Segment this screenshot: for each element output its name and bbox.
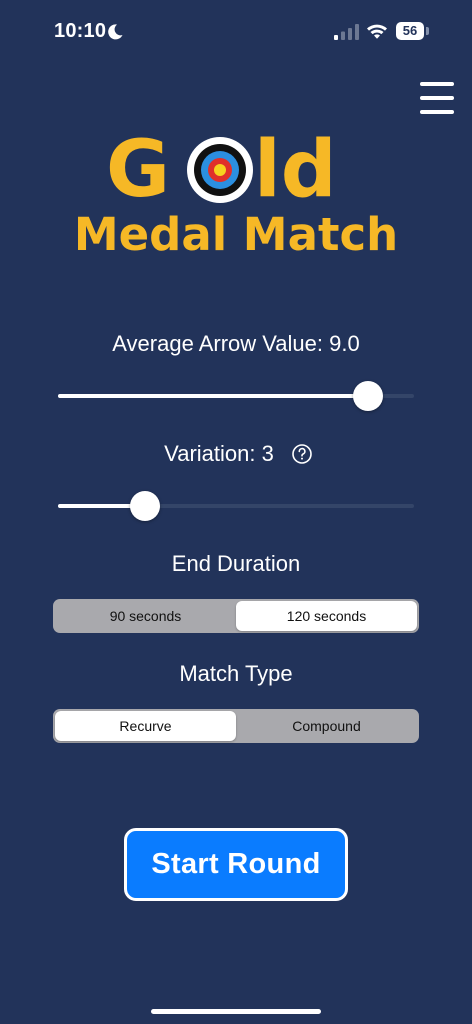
- average-arrow-label: Average Arrow Value: 9.0: [112, 331, 360, 356]
- battery-nub: [426, 27, 429, 35]
- home-indicator[interactable]: [151, 1009, 321, 1014]
- slider-thumb[interactable]: [130, 491, 161, 521]
- status-bar: 10:10 56: [0, 0, 472, 64]
- logo-ld: ld: [254, 125, 337, 215]
- end-duration-segmented-control: 90 seconds 120 seconds: [53, 599, 419, 633]
- hamburger-menu-icon-middle: [420, 96, 454, 100]
- variation-label: Variation: 3: [164, 441, 274, 466]
- question-circle-icon[interactable]: [291, 443, 313, 465]
- slider-fill: [58, 394, 368, 398]
- segment-90-seconds[interactable]: 90 seconds: [55, 601, 236, 631]
- match-type-segmented-control: Recurve Compound: [53, 709, 419, 743]
- segment-compound[interactable]: Compound: [236, 711, 417, 741]
- slider-thumb[interactable]: [352, 381, 383, 411]
- variation-slider[interactable]: [58, 491, 414, 521]
- status-time: 10:10: [54, 20, 107, 42]
- menu-button[interactable]: [420, 82, 454, 116]
- wifi-icon: [367, 24, 387, 39]
- segment-120-seconds[interactable]: 120 seconds: [236, 601, 417, 631]
- app-logo: G ld Medal Match: [74, 125, 398, 261]
- start-round-button[interactable]: Start Round: [124, 828, 348, 901]
- segment-recurve[interactable]: Recurve: [55, 711, 236, 741]
- average-arrow-slider[interactable]: [58, 381, 414, 411]
- logo-medal-match: Medal Match: [74, 208, 398, 261]
- logo-g: G: [106, 125, 170, 215]
- hamburger-menu-icon: [420, 82, 454, 86]
- hamburger-menu-icon-bottom: [420, 110, 454, 114]
- battery-icon: 56: [396, 22, 424, 40]
- moon-icon: [108, 24, 123, 40]
- end-duration-label: End Duration: [171, 551, 301, 576]
- match-type-label: Match Type: [179, 661, 293, 686]
- archery-target-icon: [187, 137, 253, 203]
- cellular-signal-icon: [334, 24, 359, 40]
